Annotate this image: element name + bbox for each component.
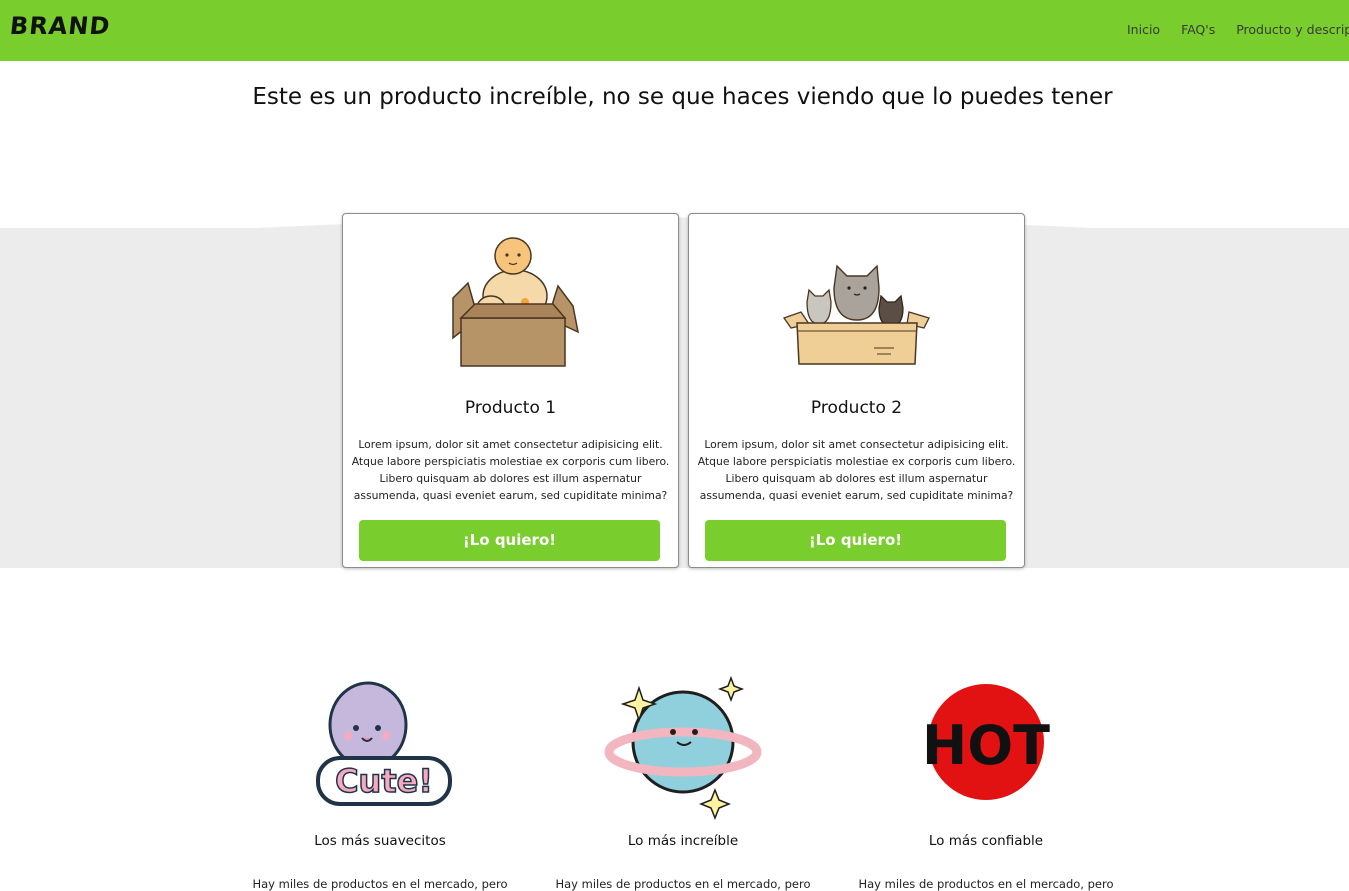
product-title: Producto 1 [464, 398, 557, 418]
product-card-1: Producto 1 Lorem ipsum, dolor sit amet c… [342, 213, 679, 568]
product-description: Lorem ipsum, dolor sit amet consectetur … [697, 438, 1016, 502]
nav-link-faqs[interactable]: FAQ's [1181, 22, 1215, 37]
feature-title: Los más suavecitos [314, 833, 446, 849]
buy-button[interactable]: ¡Lo quiero! [705, 520, 1006, 561]
product-description: Lorem ipsum, dolor sit amet consectetur … [351, 438, 670, 502]
hot-sticker-icon: HOT [922, 684, 1050, 800]
buy-button[interactable]: ¡Lo quiero! [359, 520, 660, 561]
baby-in-box-illustration [452, 237, 580, 367]
feature-increible: Lo más increíble Hay miles de productos … [553, 660, 813, 891]
cats-in-box-illustration [782, 264, 930, 365]
nav-link-inicio[interactable]: Inicio [1127, 22, 1160, 37]
feature-text: Hay miles de productos en el mercado, pe… [252, 877, 508, 891]
feature-text: Hay miles de productos en el mercado, pe… [858, 877, 1114, 891]
cute-sticker-icon: Cute! [316, 681, 452, 806]
nav-link-producto[interactable]: Producto y descripción [1236, 22, 1349, 37]
nav-links: Inicio FAQ's Producto y descripción [1127, 22, 1349, 37]
product-card-2: Producto 2 Lorem ipsum, dolor sit amet c… [688, 213, 1025, 568]
svg-text:HOT: HOT [922, 714, 1050, 777]
product-title: Producto 2 [810, 398, 903, 418]
feature-title: Lo más confiable [928, 833, 1044, 849]
hero-headline: Este es un producto increíble, no se que… [252, 84, 1113, 110]
feature-suavecitos: Cute! Los más suavecitos Hay miles de pr… [250, 660, 510, 891]
top-navbar: BRAND Inicio FAQ's Producto y descripció… [0, 0, 1349, 61]
svg-text:Cute!: Cute! [335, 762, 433, 800]
feature-text: Hay miles de productos en el mercado, pe… [555, 877, 811, 891]
feature-title: Lo más increíble [627, 833, 739, 849]
brand-logo[interactable]: BRAND [9, 12, 112, 40]
feature-confiable: HOT Lo más confiable Hay miles de produc… [856, 660, 1116, 891]
planet-sticker-icon [604, 675, 762, 820]
